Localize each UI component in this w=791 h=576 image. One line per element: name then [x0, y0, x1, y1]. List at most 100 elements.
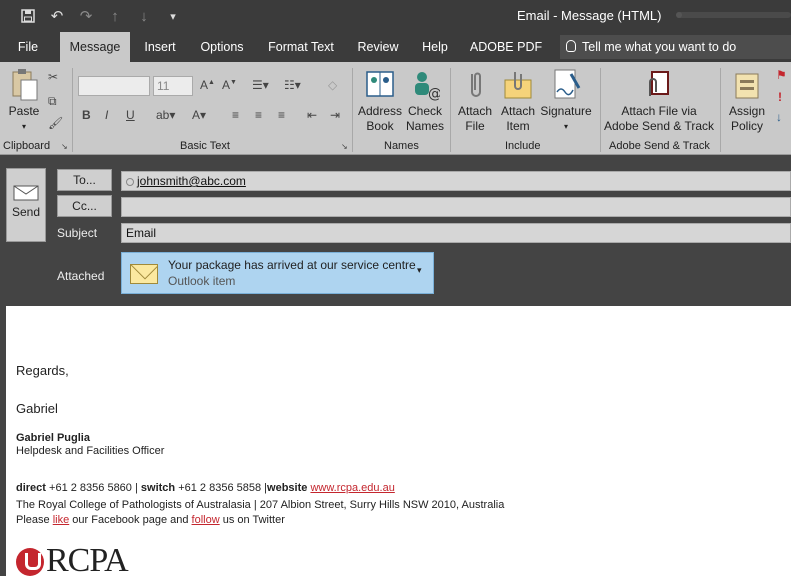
copy-icon[interactable]: ⧉	[48, 94, 57, 109]
attachment-type: Outlook item	[168, 274, 236, 288]
group-separator	[450, 68, 451, 152]
increase-indent-icon[interactable]: ⇥	[330, 108, 340, 122]
send-button[interactable]: Send	[6, 168, 46, 242]
cut-icon[interactable]: ✂	[48, 70, 58, 84]
align-center-icon[interactable]: ≡	[255, 108, 262, 122]
decrease-indent-icon[interactable]: ⇤	[307, 108, 317, 122]
to-button[interactable]: To...	[57, 169, 112, 191]
social-line: Please like our Facebook page and follow…	[16, 514, 285, 526]
redo-icon[interactable]: ↷	[76, 6, 96, 26]
align-left-icon[interactable]: ≡	[232, 108, 239, 122]
rcpa-logo-mark-icon	[16, 548, 44, 576]
font-size-combo[interactable]: 11	[153, 76, 193, 96]
paperclip-icon	[460, 68, 490, 102]
attached-label: Attached	[57, 269, 105, 283]
tab-insert[interactable]: Insert	[138, 32, 182, 62]
contact-line: direct +61 2 8356 5860 | switch +61 2 83…	[16, 482, 395, 494]
switch-label: switch	[140, 482, 176, 494]
attachment-card[interactable]: Your package has arrived at our service …	[121, 252, 434, 294]
first-name-text: Gabriel	[16, 401, 58, 416]
rcpa-logo: RCPA	[16, 542, 129, 576]
website-label: website	[267, 482, 308, 494]
numbering-icon[interactable]: ☷▾	[284, 78, 301, 92]
include-group-label: Include	[505, 140, 541, 152]
message-body[interactable]: Regards, Gabriel Gabriel Puglia Helpdesk…	[6, 306, 791, 576]
paste-dropdown-icon: ▾	[21, 122, 26, 131]
font-name-combo[interactable]	[78, 76, 150, 96]
compose-header: Send To... johnsmith@abc.com Cc... Subje…	[0, 155, 791, 305]
clipboard-launcher-icon[interactable]: ↘	[61, 142, 68, 151]
tab-message[interactable]: Message	[60, 32, 130, 62]
check-names-label: Check Names	[405, 104, 444, 133]
signature-icon	[551, 68, 581, 102]
low-importance-icon[interactable]: ↓	[776, 110, 782, 124]
attach-via-adobe-label: Attach File via Adobe Send & Track	[603, 104, 715, 133]
group-separator	[352, 68, 353, 152]
ribbon-tabs: File Message Insert Options Format Text …	[0, 32, 791, 62]
fb-pre-text: Please	[16, 514, 50, 526]
arrow-up-icon[interactable]: ↑	[105, 6, 125, 26]
signature-button[interactable]: Signature ▾	[540, 68, 592, 134]
attach-file-label: Attach File	[457, 104, 493, 133]
clipboard-icon	[9, 68, 39, 102]
shrink-font-icon[interactable]: A▼	[222, 78, 237, 92]
bold-icon[interactable]: B	[82, 108, 91, 122]
paste-label: Paste	[8, 104, 40, 118]
align-right-icon[interactable]: ≡	[278, 108, 285, 122]
basic-text-launcher-icon[interactable]: ↘	[341, 142, 348, 151]
arrow-down-icon[interactable]: ↓	[134, 6, 154, 26]
attachment-dropdown-icon[interactable]: ▾	[417, 265, 422, 276]
regards-text: Regards,	[16, 363, 69, 378]
tab-adobe-pdf[interactable]: ADOBE PDF	[466, 32, 546, 62]
underline-icon[interactable]: U	[126, 108, 135, 122]
direct-label: direct	[16, 482, 46, 494]
attach-item-label: Attach Item	[500, 104, 536, 133]
subject-field[interactable]: Email	[121, 223, 791, 243]
assign-policy-label: Assign Policy	[728, 104, 766, 133]
customize-toolbar-icon[interactable]: ▾	[163, 6, 183, 26]
undo-icon[interactable]: ↶	[47, 6, 67, 26]
attach-file-button[interactable]: Attach File	[455, 68, 495, 134]
check-names-icon: @	[410, 68, 442, 102]
high-importance-icon[interactable]: !	[778, 90, 782, 104]
group-separator	[600, 68, 601, 152]
signature-name: Gabriel Puglia	[16, 432, 90, 444]
address-book-button[interactable]: Address Book	[357, 68, 403, 134]
cc-button[interactable]: Cc...	[57, 195, 112, 217]
grow-font-icon[interactable]: A▲	[200, 78, 215, 92]
envelope-icon	[130, 264, 158, 284]
tab-review[interactable]: Review	[352, 32, 404, 62]
to-recipient[interactable]: johnsmith@abc.com	[137, 174, 246, 188]
send-envelope-icon	[13, 185, 39, 201]
to-field[interactable]: johnsmith@abc.com	[121, 171, 791, 191]
save-icon[interactable]	[18, 6, 38, 26]
website-link[interactable]: www.rcpa.edu.au	[310, 482, 394, 494]
tell-me-search[interactable]: Tell me what you want to do	[560, 35, 791, 59]
attachment-name: Your package has arrived at our service …	[168, 258, 416, 272]
font-color-icon[interactable]: A▾	[192, 108, 206, 122]
tab-file[interactable]: File	[8, 32, 48, 62]
bullets-icon[interactable]: ☰▾	[252, 78, 269, 92]
tab-options[interactable]: Options	[194, 32, 250, 62]
switch-value: +61 2 8356 5858	[178, 482, 262, 494]
attach-via-adobe-button[interactable]: Attach File via Adobe Send & Track	[603, 68, 715, 134]
lightbulb-icon	[566, 40, 576, 52]
format-painter-icon[interactable]: 🖌	[48, 116, 63, 130]
tab-help[interactable]: Help	[416, 32, 454, 62]
assign-policy-button[interactable]: Assign Policy	[725, 68, 769, 134]
attach-item-button[interactable]: Attach Item	[497, 68, 539, 134]
twitter-follow-link[interactable]: follow	[192, 514, 220, 526]
basic-text-group-label: Basic Text	[180, 140, 230, 152]
tab-format-text[interactable]: Format Text	[262, 32, 340, 62]
direct-value: +61 2 8356 5860	[49, 482, 132, 494]
check-names-button[interactable]: @ Check Names	[404, 68, 446, 134]
cc-field[interactable]	[121, 197, 791, 217]
facebook-like-link[interactable]: like	[53, 514, 70, 526]
window-title: Email - Message (HTML)	[517, 8, 662, 23]
clear-formatting-icon[interactable]: ◇	[328, 78, 337, 92]
italic-icon[interactable]: I	[105, 108, 108, 122]
follow-up-flag-icon[interactable]: ⚑	[776, 68, 787, 82]
highlight-icon[interactable]: ab▾	[156, 108, 175, 122]
paste-button[interactable]: Paste ▾	[6, 68, 42, 134]
attach-item-icon	[503, 68, 533, 102]
